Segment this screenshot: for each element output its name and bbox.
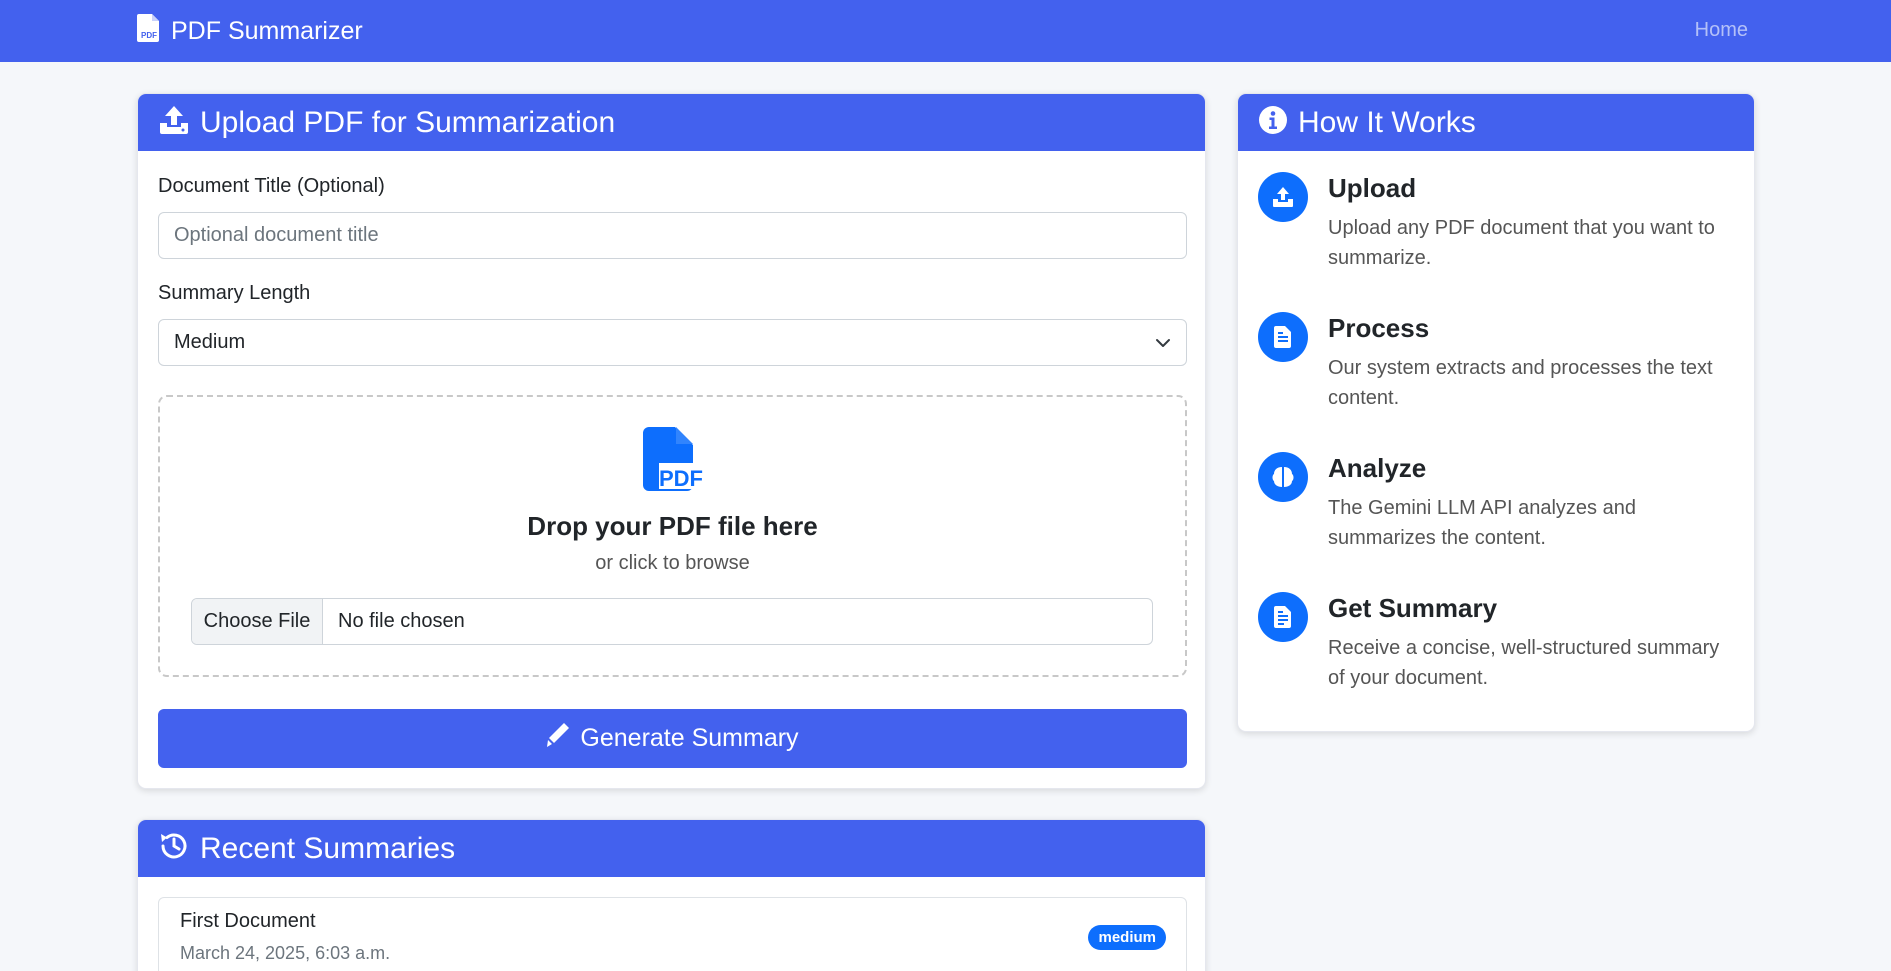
nav-home-link[interactable]: Home [1695,17,1748,43]
how-it-works-title: How It Works [1298,105,1476,139]
pdf-file-large-icon: PDF [643,427,703,496]
file-input[interactable]: Choose File No file chosen [191,598,1153,645]
step-desc: Upload any PDF document that you want to… [1328,217,1715,269]
recent-summaries-header: Recent Summaries [138,820,1205,877]
file-text-icon [1258,312,1308,362]
brain-icon [1258,452,1308,502]
summary-length-label: Summary Length [158,282,311,304]
file-name-text: No file chosen [338,610,465,632]
drop-subtitle: or click to browse [595,552,750,574]
recent-summaries-card: Recent Summaries First Document March 24… [137,819,1206,971]
recent-item-date: March 24, 2025, 6:03 a.m. [180,943,391,963]
step-title: Get Summary [1328,593,1498,623]
step-desc: Our system extracts and processes the te… [1328,357,1713,409]
doc-title-input[interactable] [158,212,1187,259]
upload-card-header: Upload PDF for Summarization [138,94,1205,151]
summary-length-badge: medium [1088,925,1166,950]
upload-card: Upload PDF for Summarization Document Ti… [137,93,1206,789]
how-it-works-header: How It Works [1238,94,1754,151]
step-get-summary: Get Summary Receive a concise, well-stru… [1258,592,1738,702]
recent-summaries-title: Recent Summaries [200,831,456,865]
brand[interactable]: PDF PDF Summarizer [137,14,363,47]
upload-icon [1258,172,1308,222]
navbar: PDF PDF Summarizer Home [0,0,1891,62]
pen-icon [546,722,570,755]
upload-card-title: Upload PDF for Summarization [200,105,616,139]
generate-summary-label: Generate Summary [580,724,799,752]
step-title: Process [1328,313,1430,343]
svg-text:PDF: PDF [141,31,157,40]
how-it-works-card: How It Works Upload Upload any PDF docum… [1237,93,1755,732]
recent-item-title[interactable]: First Document [180,910,316,933]
pdf-dropzone[interactable]: PDF Drop your PDF file here or click to … [158,395,1187,677]
history-icon [158,830,190,867]
step-title: Analyze [1328,453,1427,483]
choose-file-button[interactable]: Choose File [192,599,323,644]
drop-title: Drop your PDF file here [527,511,818,541]
recent-summary-item[interactable]: First Document March 24, 2025, 6:03 a.m.… [158,897,1187,971]
step-title: Upload [1328,173,1417,203]
summary-length-select[interactable]: Medium [158,319,1187,366]
brand-text: PDF Summarizer [171,16,363,45]
summary-length-value: Medium [174,331,246,353]
doc-title-label: Document Title (Optional) [158,175,385,197]
file-lines-icon [1258,592,1308,642]
step-desc: Receive a concise, well-structured summa… [1328,637,1720,689]
step-desc: The Gemini LLM API analyzes and summariz… [1328,497,1636,549]
generate-summary-button[interactable]: Generate Summary [158,709,1187,768]
info-icon [1258,105,1288,140]
upload-icon [158,105,190,140]
step-process: Process Our system extracts and processe… [1258,312,1738,422]
pdf-file-icon: PDF [137,14,161,47]
chevron-down-icon [1155,331,1171,354]
step-analyze: Analyze The Gemini LLM API analyzes and … [1258,452,1738,562]
step-upload: Upload Upload any PDF document that you … [1258,172,1738,282]
svg-text:PDF: PDF [659,466,703,491]
